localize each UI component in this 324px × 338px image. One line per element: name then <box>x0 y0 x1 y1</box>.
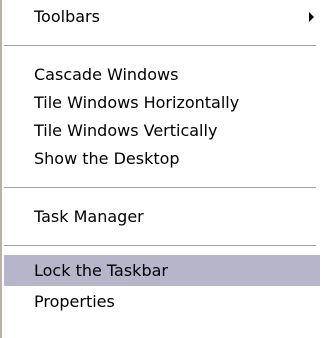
menu-item-cascade-windows[interactable]: Cascade Windows <box>4 61 320 89</box>
menu-item-tile-vertically[interactable]: Tile Windows Vertically <box>4 117 320 145</box>
menu-separator <box>4 187 316 189</box>
menu-item-show-desktop[interactable]: Show the Desktop <box>4 145 320 173</box>
menu-separator <box>4 245 316 247</box>
menu-item-task-manager[interactable]: Task Manager <box>4 203 320 231</box>
menu-item-label: Tile Windows Vertically <box>34 121 218 140</box>
menu-item-properties[interactable]: Properties <box>4 288 320 316</box>
menu-item-label: Show the Desktop <box>34 149 180 168</box>
menu-item-lock-taskbar[interactable]: Lock the Taskbar <box>4 255 320 286</box>
taskbar-context-menu: Toolbars Cascade Windows Tile Windows Ho… <box>0 0 324 338</box>
menu-item-tile-horizontally[interactable]: Tile Windows Horizontally <box>4 89 320 117</box>
menu-item-label: Task Manager <box>34 207 144 226</box>
menu-item-label: Lock the Taskbar <box>34 261 168 280</box>
submenu-arrow-icon <box>309 12 314 22</box>
menu-separator <box>4 45 316 47</box>
menu-item-label: Tile Windows Horizontally <box>34 93 240 112</box>
menu-item-label: Cascade Windows <box>34 65 179 84</box>
menu-item-toolbars[interactable]: Toolbars <box>4 3 320 31</box>
menu-item-label: Properties <box>34 292 115 311</box>
menu-item-label: Toolbars <box>34 7 100 26</box>
